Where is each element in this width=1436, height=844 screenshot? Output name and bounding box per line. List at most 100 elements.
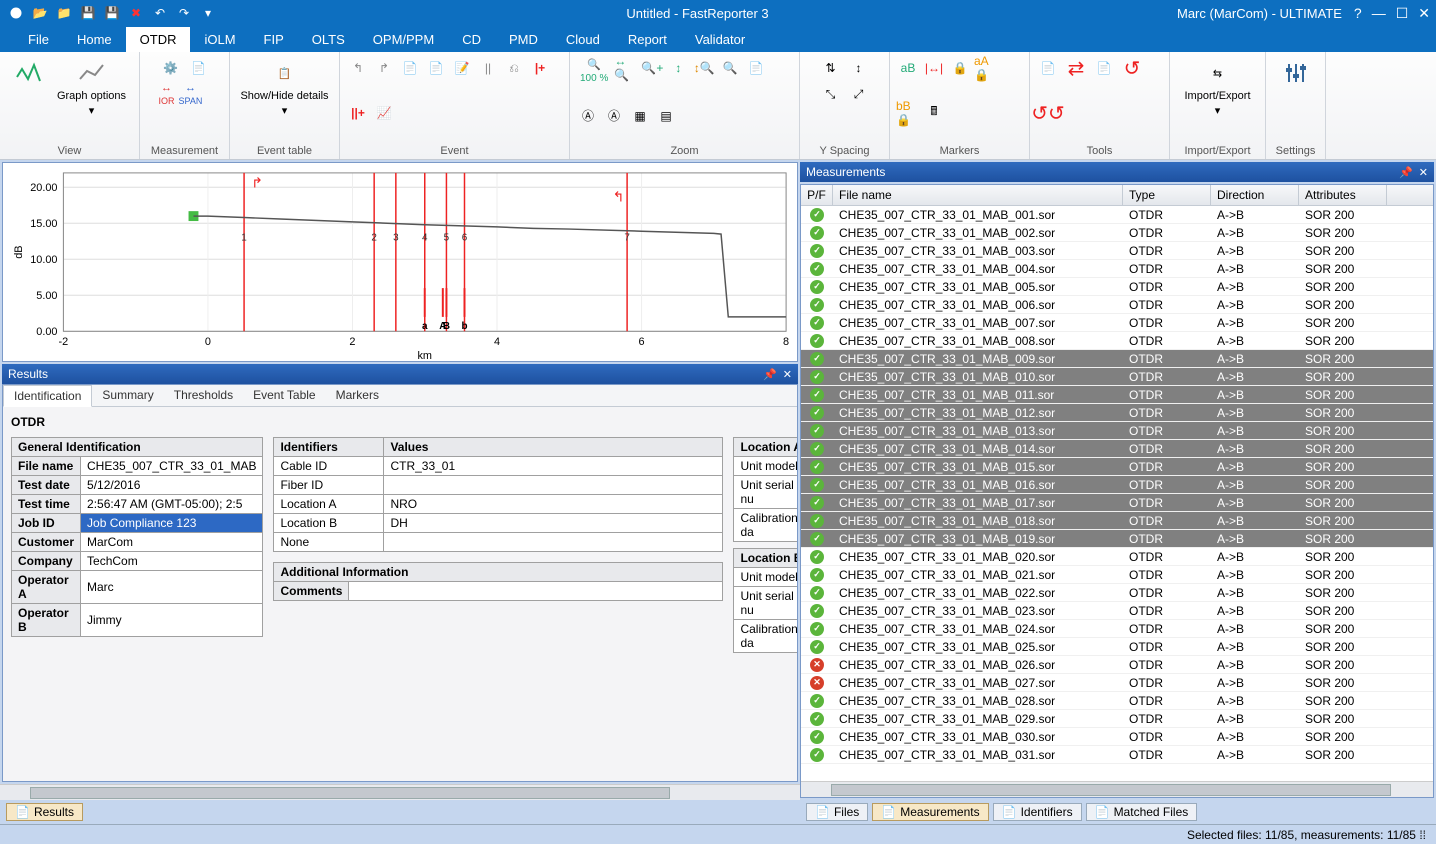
pin-icon[interactable]: 📌 [1399, 166, 1413, 179]
measurement-row[interactable]: ✓CHE35_007_CTR_33_01_MAB_009.sorOTDRA->B… [801, 350, 1433, 368]
meas-bottom-tab-matched-files[interactable]: 📄Matched Files [1086, 803, 1198, 821]
zoom-file-icon[interactable]: 📄 [744, 56, 768, 80]
menu-tab-iolm[interactable]: iOLM [190, 27, 249, 52]
open-icon[interactable]: 📂 [30, 3, 50, 23]
menu-tab-pmd[interactable]: PMD [495, 27, 552, 52]
menu-tab-cd[interactable]: CD [448, 27, 495, 52]
measurement-row[interactable]: ✓CHE35_007_CTR_33_01_MAB_007.sorOTDRA->B… [801, 314, 1433, 332]
measurement-row[interactable]: ✓CHE35_007_CTR_33_01_MAB_003.sorOTDRA->B… [801, 242, 1433, 260]
graph-options-button[interactable]: Graph options▾ [53, 56, 130, 119]
event-arrow-left-icon[interactable]: ↰ [346, 56, 370, 80]
ior-button[interactable]: ↔IOR [159, 82, 175, 106]
measurement-row[interactable]: ✓CHE35_007_CTR_33_01_MAB_020.sorOTDRA->B… [801, 548, 1433, 566]
measurement-row[interactable]: ✓CHE35_007_CTR_33_01_MAB_005.sorOTDRA->B… [801, 278, 1433, 296]
measurement-row[interactable]: ✓CHE35_007_CTR_33_01_MAB_029.sorOTDRA->B… [801, 710, 1433, 728]
measurement-row[interactable]: ✕CHE35_007_CTR_33_01_MAB_027.sorOTDRA->B… [801, 674, 1433, 692]
zoom-vert-icon[interactable]: ↕ [666, 56, 690, 80]
view-select-button[interactable] [9, 56, 47, 90]
meas-bottom-tab-measurements[interactable]: 📄Measurements [872, 803, 988, 821]
menu-tab-report[interactable]: Report [614, 27, 681, 52]
event-chart-icon[interactable]: 📈 [372, 101, 396, 125]
measurement-row[interactable]: ✓CHE35_007_CTR_33_01_MAB_016.sorOTDRA->B… [801, 476, 1433, 494]
zoom-100-button[interactable]: 🔍100 % [576, 56, 612, 86]
markers-calc-icon[interactable]: 🖩 [922, 101, 946, 125]
event-addall-red-icon[interactable]: ||+ [346, 101, 370, 125]
measurement-row[interactable]: ✓CHE35_007_CTR_33_01_MAB_006.sorOTDRA->B… [801, 296, 1433, 314]
zoom-grid-icon[interactable]: ▦ [628, 104, 652, 128]
zoom-a1-icon[interactable]: Ⓐ [576, 104, 600, 128]
zoom-horiz-icon[interactable]: ↔🔍 [614, 56, 638, 80]
save-icon[interactable]: 💾 [78, 3, 98, 23]
menu-tab-fip[interactable]: FIP [250, 27, 298, 52]
show-hide-details-button[interactable]: 📋Show/Hide details▾ [236, 56, 332, 119]
measurement-row[interactable]: ✓CHE35_007_CTR_33_01_MAB_014.sorOTDRA->B… [801, 440, 1433, 458]
zoom-span-icon[interactable]: ↕🔍 [692, 56, 716, 80]
close-icon[interactable]: ✖ [126, 3, 146, 23]
meas-bottom-tab-identifiers[interactable]: 📄Identifiers [993, 803, 1082, 821]
menu-tab-opm/ppm[interactable]: OPM/PPM [359, 27, 448, 52]
markers-split-icon[interactable]: |↔| [922, 56, 946, 80]
measurement-row[interactable]: ✓CHE35_007_CTR_33_01_MAB_023.sorOTDRA->B… [801, 602, 1433, 620]
measurements-hscroll[interactable] [801, 781, 1433, 797]
event-split-icon[interactable]: ⎌ [502, 56, 526, 80]
measurement-row[interactable]: ✓CHE35_007_CTR_33_01_MAB_031.sorOTDRA->B… [801, 746, 1433, 764]
maximize-icon[interactable]: ☐ [1396, 5, 1409, 22]
app-icon[interactable] [6, 3, 26, 23]
markers-aa-icon[interactable]: aA🔒 [974, 56, 998, 80]
event-merge-icon[interactable]: || [476, 56, 500, 80]
folder-icon[interactable]: 📁 [54, 3, 74, 23]
measurement-row[interactable]: ✓CHE35_007_CTR_33_01_MAB_021.sorOTDRA->B… [801, 566, 1433, 584]
resize-grip-icon[interactable]: ⁞⁞ [1419, 828, 1426, 842]
measurement-row[interactable]: ✓CHE35_007_CTR_33_01_MAB_011.sorOTDRA->B… [801, 386, 1433, 404]
tools-file-icon[interactable]: 📄 [1092, 56, 1116, 80]
measurement-row[interactable]: ✓CHE35_007_CTR_33_01_MAB_022.sorOTDRA->B… [801, 584, 1433, 602]
tools-doc-icon[interactable]: 📄 [1036, 56, 1060, 80]
closewin-icon[interactable]: ✕ [1418, 5, 1430, 22]
results-tab-markers[interactable]: Markers [326, 385, 389, 406]
event-doc-pen-icon[interactable]: 📝 [450, 56, 474, 80]
results-tab-summary[interactable]: Summary [92, 385, 163, 406]
minimize-icon[interactable]: — [1372, 5, 1386, 22]
saveall-icon[interactable]: 💾 [102, 3, 122, 23]
settings-button[interactable] [1277, 56, 1315, 90]
event-add-red-icon[interactable]: |+ [528, 56, 552, 80]
zoom-table-icon[interactable]: ▤ [654, 104, 678, 128]
bottom-tab-results[interactable]: 📄Results [6, 803, 83, 821]
zoom-a2-icon[interactable]: Ⓐ [602, 104, 626, 128]
measurement-row[interactable]: ✓CHE35_007_CTR_33_01_MAB_017.sorOTDRA->B… [801, 494, 1433, 512]
pin-icon[interactable]: 📌 [763, 368, 777, 381]
menu-tab-file[interactable]: File [14, 27, 63, 52]
measurement-row[interactable]: ✓CHE35_007_CTR_33_01_MAB_008.sorOTDRA->B… [801, 332, 1433, 350]
yspacing-auto-icon[interactable]: ⤢ [847, 82, 871, 106]
measurement-row[interactable]: ✓CHE35_007_CTR_33_01_MAB_024.sorOTDRA->B… [801, 620, 1433, 638]
yspacing-dec-icon[interactable]: ↕ [847, 56, 871, 80]
measurement-row[interactable]: ✓CHE35_007_CTR_33_01_MAB_019.sorOTDRA->B… [801, 530, 1433, 548]
redo-icon[interactable]: ↷ [174, 3, 194, 23]
measurement-row[interactable]: ✓CHE35_007_CTR_33_01_MAB_004.sorOTDRA->B… [801, 260, 1433, 278]
event-arrow-right-icon[interactable]: ↱ [372, 56, 396, 80]
measurement-row[interactable]: ✓CHE35_007_CTR_33_01_MAB_010.sorOTDRA->B… [801, 368, 1433, 386]
undo-icon[interactable]: ↶ [150, 3, 170, 23]
markers-ab-icon[interactable]: aB [896, 56, 920, 80]
menu-tab-olts[interactable]: OLTS [298, 27, 359, 52]
measurement-row[interactable]: ✓CHE35_007_CTR_33_01_MAB_028.sorOTDRA->B… [801, 692, 1433, 710]
help-icon[interactable]: ? [1354, 5, 1362, 22]
measurement-row[interactable]: ✓CHE35_007_CTR_33_01_MAB_013.sorOTDRA->B… [801, 422, 1433, 440]
import-export-button[interactable]: ⇆Import/Export▾ [1180, 56, 1254, 119]
menu-tab-home[interactable]: Home [63, 27, 126, 52]
results-tab-identification[interactable]: Identification [3, 385, 92, 407]
tools-swap-icon[interactable]: ⇄ [1064, 56, 1088, 80]
results-tab-event-table[interactable]: Event Table [243, 385, 326, 406]
zoom-out-icon[interactable]: 🔍 [718, 56, 742, 80]
measurement-doc-icon[interactable]: 📄 [187, 56, 211, 80]
tools-undo-icon[interactable]: ↺ [1120, 56, 1144, 80]
measurement-row[interactable]: ✓CHE35_007_CTR_33_01_MAB_025.sorOTDRA->B… [801, 638, 1433, 656]
yspacing-default-icon[interactable]: ⤡ [819, 82, 843, 106]
span-button[interactable]: ↔SPAN [179, 82, 203, 106]
markers-bb-icon[interactable]: bB🔒 [896, 101, 920, 125]
markers-lock-icon[interactable]: 🔒 [948, 56, 972, 80]
results-tab-thresholds[interactable]: Thresholds [164, 385, 243, 406]
meas-bottom-tab-files[interactable]: 📄Files [806, 803, 868, 821]
yspacing-inc-icon[interactable]: ⇅ [819, 56, 843, 80]
measurement-gear-icon[interactable]: ⚙️ [159, 56, 183, 80]
